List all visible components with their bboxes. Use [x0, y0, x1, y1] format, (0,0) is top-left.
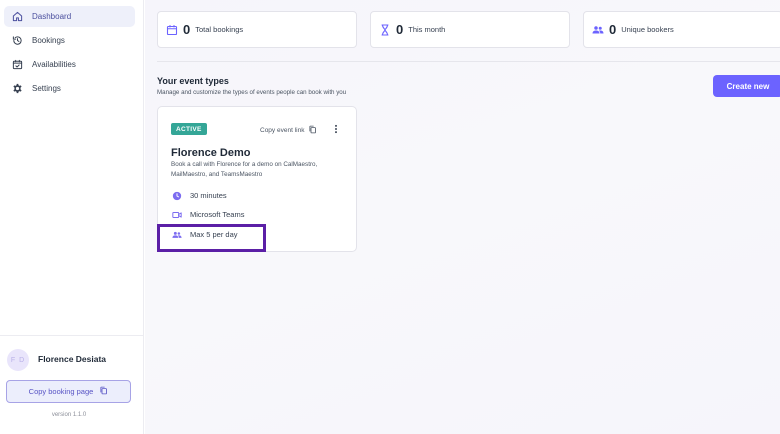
copy-booking-page-label: Copy booking page	[28, 387, 94, 396]
stat-value: 0	[396, 22, 404, 37]
sidebar-item-availabilities[interactable]: Availabilities	[4, 54, 135, 75]
sidebar-item-bookings[interactable]: Bookings	[4, 30, 135, 51]
history-icon	[11, 35, 23, 47]
sidebar-item-label: Settings	[32, 84, 61, 93]
sidebar-item-settings[interactable]: Settings	[4, 78, 135, 99]
copy-icon	[99, 386, 108, 397]
event-description: Book a call with Florence for a demo on …	[171, 161, 318, 178]
copy-icon	[308, 125, 317, 136]
event-duration: 30 minutes	[171, 190, 227, 201]
home-icon	[11, 11, 23, 23]
create-new-button[interactable]: Create new	[713, 75, 780, 97]
status-badge: ACTIVE	[171, 123, 207, 135]
sidebar-item-label: Bookings	[32, 36, 65, 45]
section-title: Your event types	[157, 76, 229, 86]
copy-booking-page-button[interactable]: Copy booking page	[6, 380, 131, 403]
stat-card-total-bookings: 0 Total bookings	[157, 11, 357, 48]
stat-value: 0	[609, 22, 617, 37]
event-duration-label: 30 minutes	[190, 191, 227, 200]
copy-event-link-button[interactable]: Copy event link	[260, 125, 317, 136]
stat-label: This month	[408, 25, 446, 34]
sidebar-item-dashboard[interactable]: Dashboard	[4, 6, 135, 27]
event-title: Florence Demo	[171, 147, 251, 159]
version-label: version 1.1.0	[51, 412, 87, 418]
section-divider	[157, 61, 780, 62]
stat-label: Total bookings	[195, 25, 244, 34]
calendar-icon	[166, 24, 178, 36]
gear-icon	[11, 83, 23, 95]
event-location: Microsoft Teams	[171, 209, 244, 220]
sidebar: Dashboard Bookings Availabilities Settin…	[0, 0, 144, 434]
stat-card-this-month: 0 This month	[370, 11, 570, 48]
calendar-check-icon	[11, 59, 23, 71]
video-camera-icon	[171, 209, 182, 220]
more-options-icon[interactable]	[330, 123, 342, 135]
stat-card-unique-bookers: 0 Unique bookers	[583, 11, 780, 48]
main-content: 0 Total bookings 0 This month 0 Unique b…	[145, 0, 780, 434]
sidebar-divider	[0, 335, 144, 336]
people-icon	[592, 24, 604, 36]
section-subtitle: Manage and customize the types of events…	[157, 89, 347, 96]
event-location-label: Microsoft Teams	[190, 210, 245, 219]
sidebar-item-label: Dashboard	[32, 12, 72, 21]
stat-label: Unique bookers	[621, 25, 674, 34]
avatar[interactable]: F D	[7, 349, 29, 371]
clock-icon	[171, 190, 182, 201]
stat-value: 0	[183, 22, 191, 37]
copy-event-link-label: Copy event link	[260, 127, 305, 134]
user-name: Florence Desiata	[38, 354, 107, 364]
highlight-box	[157, 224, 266, 252]
hourglass-icon	[379, 23, 391, 36]
sidebar-item-label: Availabilities	[32, 60, 76, 69]
